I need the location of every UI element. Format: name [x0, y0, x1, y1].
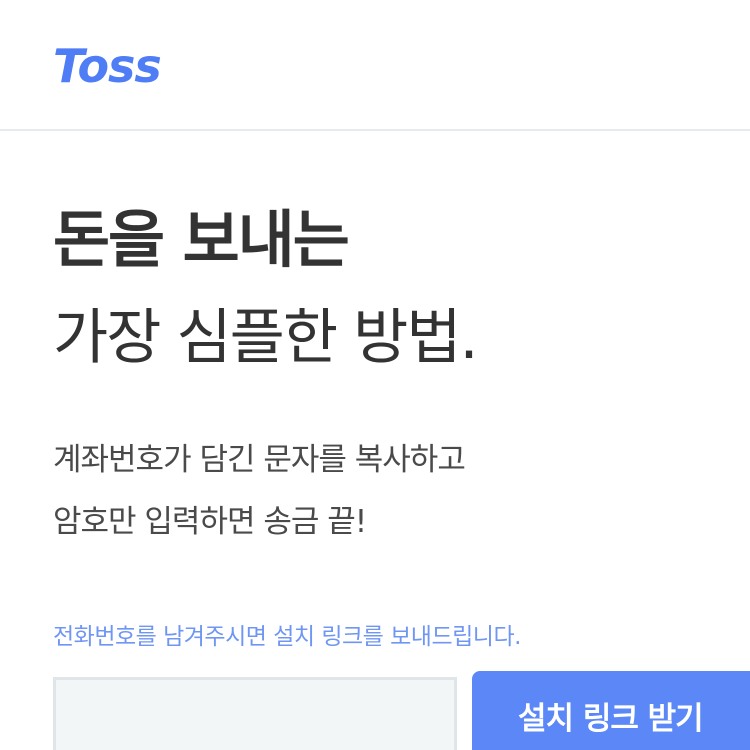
description-line-2: 암호만 입력하면 송금 끝!: [53, 504, 367, 540]
landing-page: Toss 돈을 보내는 가장 심플한 방법. 계좌번호가 담긴 문자를 복사하고…: [0, 0, 750, 750]
headline-line-1: 돈을 보내는: [53, 203, 350, 276]
header-bar: Toss: [0, 0, 750, 131]
headline-line-2: 가장 심플한 방법.: [53, 303, 479, 373]
toss-logo[interactable]: Toss: [53, 38, 162, 94]
get-install-link-button[interactable]: 설치 링크 받기: [472, 671, 750, 750]
description-line-1: 계좌번호가 담긴 문자를 복사하고: [53, 442, 466, 478]
install-link-notice: 전화번호를 남겨주시면 설치 링크를 보내드립니다.: [53, 624, 521, 650]
phone-number-input[interactable]: [53, 677, 457, 750]
